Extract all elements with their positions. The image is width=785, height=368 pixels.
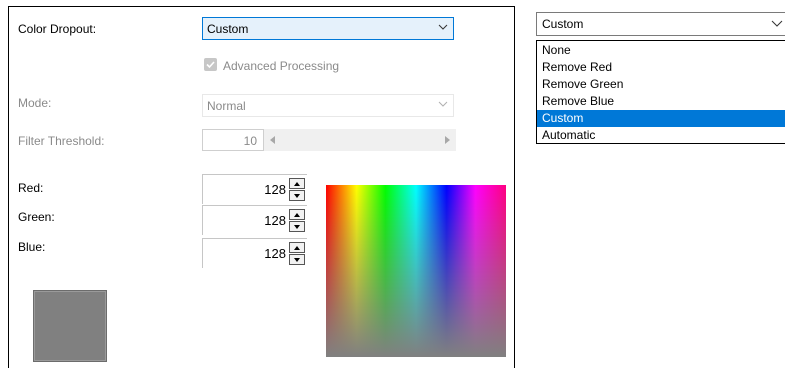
decrement-button[interactable] — [289, 221, 305, 232]
dropdown-selected-value: Custom — [542, 17, 584, 31]
filter-threshold-slider[interactable] — [264, 129, 456, 151]
red-label: Red: — [18, 181, 44, 195]
color-dropout-value: Custom — [207, 22, 249, 36]
chevron-down-icon — [438, 24, 448, 30]
arrow-down-icon — [294, 258, 300, 262]
arrow-left-icon[interactable] — [270, 136, 275, 144]
filter-threshold-field[interactable]: 10 — [202, 129, 264, 151]
color-spectrum-picker[interactable] — [326, 185, 506, 357]
green-spin[interactable] — [289, 209, 305, 233]
color-dropout-label: Color Dropout: — [18, 22, 97, 36]
mode-value: Normal — [207, 99, 246, 113]
blue-spin[interactable] — [289, 242, 305, 266]
chevron-down-icon — [771, 20, 783, 27]
arrow-up-icon — [294, 182, 300, 186]
dropdown-option-remove-blue[interactable]: Remove Blue — [537, 93, 785, 110]
red-stepper[interactable]: 128 — [202, 174, 307, 204]
chevron-down-icon — [438, 101, 448, 107]
arrow-up-icon — [294, 246, 300, 250]
dropdown-list: None Remove Red Remove Green Remove Blue… — [536, 40, 785, 144]
decrement-button[interactable] — [289, 254, 305, 265]
green-label: Green: — [18, 210, 55, 224]
dropdown-option-remove-green[interactable]: Remove Green — [537, 76, 785, 93]
green-stepper[interactable]: 128 — [202, 205, 307, 235]
filter-threshold-value: 10 — [243, 134, 257, 148]
red-value: 128 — [264, 182, 286, 197]
mode-label: Mode: — [18, 96, 52, 110]
advanced-processing-checkbox[interactable] — [204, 58, 217, 71]
filter-threshold-label: Filter Threshold: — [18, 134, 105, 148]
checkmark-icon — [206, 61, 215, 69]
decrement-button[interactable] — [289, 190, 305, 201]
increment-button[interactable] — [289, 242, 305, 253]
dropdown-option-remove-red[interactable]: Remove Red — [537, 59, 785, 76]
increment-button[interactable] — [289, 209, 305, 220]
red-spin[interactable] — [289, 178, 305, 202]
dropdown-option-automatic[interactable]: Automatic — [537, 127, 785, 144]
color-preview-swatch — [33, 290, 107, 362]
arrow-right-icon[interactable] — [445, 136, 450, 144]
blue-value: 128 — [264, 246, 286, 261]
mode-combo[interactable]: Normal — [202, 94, 454, 117]
advanced-processing-label: Advanced Processing — [223, 59, 340, 73]
dropdown-option-none[interactable]: None — [537, 42, 785, 59]
dropdown-combo[interactable]: Custom — [536, 12, 785, 36]
blue-stepper[interactable]: 128 — [202, 238, 307, 268]
arrow-up-icon — [294, 213, 300, 217]
arrow-down-icon — [294, 194, 300, 198]
color-dropout-combo[interactable]: Custom — [202, 17, 454, 40]
blue-label: Blue: — [18, 240, 46, 254]
arrow-down-icon — [294, 225, 300, 229]
increment-button[interactable] — [289, 178, 305, 189]
green-value: 128 — [264, 213, 286, 228]
dropdown-option-custom[interactable]: Custom — [537, 110, 785, 127]
